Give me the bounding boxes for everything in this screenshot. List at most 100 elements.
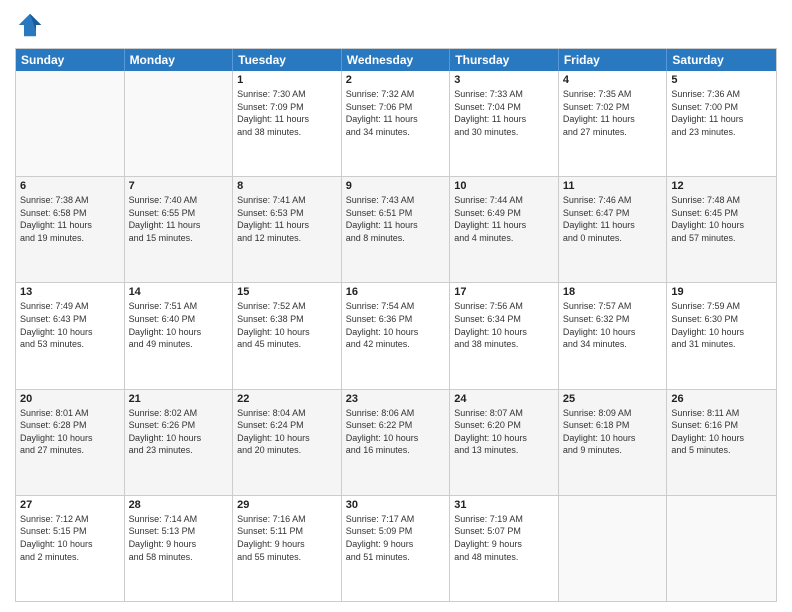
day-info: Sunrise: 7:30 AM Sunset: 7:09 PM Dayligh…: [237, 88, 337, 138]
day-number: 29: [237, 499, 337, 511]
day-info: Sunrise: 7:51 AM Sunset: 6:40 PM Dayligh…: [129, 300, 229, 350]
calendar-row: 27 Sunrise: 7:12 AM Sunset: 5:15 PM Dayli…: [16, 495, 776, 601]
day-info: Sunrise: 7:12 AM Sunset: 5:15 PM Dayligh…: [20, 513, 120, 563]
calendar-cell: 5 Sunrise: 7:36 AM Sunset: 7:00 PM Daylig…: [667, 71, 776, 176]
calendar-cell: 14 Sunrise: 7:51 AM Sunset: 6:40 PM Dayli…: [125, 283, 234, 388]
calendar-cell: 31 Sunrise: 7:19 AM Sunset: 5:07 PM Dayli…: [450, 496, 559, 601]
calendar-cell: 12 Sunrise: 7:48 AM Sunset: 6:45 PM Dayli…: [667, 177, 776, 282]
day-info: Sunrise: 7:35 AM Sunset: 7:02 PM Dayligh…: [563, 88, 663, 138]
calendar-cell: 27 Sunrise: 7:12 AM Sunset: 5:15 PM Dayli…: [16, 496, 125, 601]
calendar-header-cell: Saturday: [667, 49, 776, 71]
day-info: Sunrise: 7:54 AM Sunset: 6:36 PM Dayligh…: [346, 300, 446, 350]
day-number: 26: [671, 393, 772, 405]
calendar-header-row: SundayMondayTuesdayWednesdayThursdayFrid…: [16, 49, 776, 71]
day-number: 27: [20, 499, 120, 511]
calendar-cell: [125, 71, 234, 176]
day-number: 6: [20, 180, 120, 192]
calendar-cell: 26 Sunrise: 8:11 AM Sunset: 6:16 PM Dayli…: [667, 390, 776, 495]
day-number: 1: [237, 74, 337, 86]
day-info: Sunrise: 7:44 AM Sunset: 6:49 PM Dayligh…: [454, 194, 554, 244]
day-info: Sunrise: 7:46 AM Sunset: 6:47 PM Dayligh…: [563, 194, 663, 244]
calendar-cell: 7 Sunrise: 7:40 AM Sunset: 6:55 PM Daylig…: [125, 177, 234, 282]
day-info: Sunrise: 8:06 AM Sunset: 6:22 PM Dayligh…: [346, 407, 446, 457]
day-number: 18: [563, 286, 663, 298]
calendar-row: 6 Sunrise: 7:38 AM Sunset: 6:58 PM Daylig…: [16, 176, 776, 282]
calendar-header-cell: Tuesday: [233, 49, 342, 71]
day-number: 17: [454, 286, 554, 298]
day-number: 13: [20, 286, 120, 298]
calendar-row: 1 Sunrise: 7:30 AM Sunset: 7:09 PM Daylig…: [16, 71, 776, 176]
day-info: Sunrise: 8:09 AM Sunset: 6:18 PM Dayligh…: [563, 407, 663, 457]
calendar-cell: 24Sunrise: 8:07 AM Sunset: 6:20 PM Dayli…: [450, 390, 559, 495]
day-info: Sunrise: 7:36 AM Sunset: 7:00 PM Dayligh…: [671, 88, 772, 138]
day-number: 22: [237, 393, 337, 405]
calendar-cell: 8Sunrise: 7:41 AM Sunset: 6:53 PM Daylig…: [233, 177, 342, 282]
calendar-cell: 23 Sunrise: 8:06 AM Sunset: 6:22 PM Dayli…: [342, 390, 451, 495]
day-number: 8: [237, 180, 337, 192]
day-number: 30: [346, 499, 446, 511]
calendar-header-cell: Sunday: [16, 49, 125, 71]
day-info: Sunrise: 8:02 AM Sunset: 6:26 PM Dayligh…: [129, 407, 229, 457]
calendar-cell: 18 Sunrise: 7:57 AM Sunset: 6:32 PM Dayli…: [559, 283, 668, 388]
calendar-cell: 1 Sunrise: 7:30 AM Sunset: 7:09 PM Daylig…: [233, 71, 342, 176]
day-info: Sunrise: 8:01 AM Sunset: 6:28 PM Dayligh…: [20, 407, 120, 457]
day-info: Sunrise: 7:16 AM Sunset: 5:11 PM Dayligh…: [237, 513, 337, 563]
calendar-cell: 3 Sunrise: 7:33 AM Sunset: 7:04 PM Daylig…: [450, 71, 559, 176]
calendar-cell: 10 Sunrise: 7:44 AM Sunset: 6:49 PM Dayli…: [450, 177, 559, 282]
calendar-cell: 20Sunrise: 8:01 AM Sunset: 6:28 PM Dayli…: [16, 390, 125, 495]
calendar-row: 20Sunrise: 8:01 AM Sunset: 6:28 PM Dayli…: [16, 389, 776, 495]
day-number: 23: [346, 393, 446, 405]
calendar-cell: [559, 496, 668, 601]
day-number: 25: [563, 393, 663, 405]
day-number: 14: [129, 286, 229, 298]
calendar-cell: 25 Sunrise: 8:09 AM Sunset: 6:18 PM Dayli…: [559, 390, 668, 495]
day-number: 15: [237, 286, 337, 298]
calendar-cell: 17 Sunrise: 7:56 AM Sunset: 6:34 PM Dayli…: [450, 283, 559, 388]
calendar-cell: 6 Sunrise: 7:38 AM Sunset: 6:58 PM Daylig…: [16, 177, 125, 282]
calendar-cell: [667, 496, 776, 601]
day-info: Sunrise: 7:17 AM Sunset: 5:09 PM Dayligh…: [346, 513, 446, 563]
page: SundayMondayTuesdayWednesdayThursdayFrid…: [0, 0, 792, 612]
day-info: Sunrise: 8:11 AM Sunset: 6:16 PM Dayligh…: [671, 407, 772, 457]
day-info: Sunrise: 7:57 AM Sunset: 6:32 PM Dayligh…: [563, 300, 663, 350]
calendar-body: 1 Sunrise: 7:30 AM Sunset: 7:09 PM Daylig…: [16, 71, 776, 601]
calendar-cell: 29 Sunrise: 7:16 AM Sunset: 5:11 PM Dayli…: [233, 496, 342, 601]
day-info: Sunrise: 8:04 AM Sunset: 6:24 PM Dayligh…: [237, 407, 337, 457]
day-number: 3: [454, 74, 554, 86]
calendar-cell: 2Sunrise: 7:32 AM Sunset: 7:06 PM Daylig…: [342, 71, 451, 176]
day-info: Sunrise: 7:38 AM Sunset: 6:58 PM Dayligh…: [20, 194, 120, 244]
calendar-header-cell: Monday: [125, 49, 234, 71]
calendar-header-cell: Thursday: [450, 49, 559, 71]
day-info: Sunrise: 7:33 AM Sunset: 7:04 PM Dayligh…: [454, 88, 554, 138]
day-info: Sunrise: 7:48 AM Sunset: 6:45 PM Dayligh…: [671, 194, 772, 244]
calendar-cell: 19Sunrise: 7:59 AM Sunset: 6:30 PM Dayli…: [667, 283, 776, 388]
calendar-cell: 15 Sunrise: 7:52 AM Sunset: 6:38 PM Dayli…: [233, 283, 342, 388]
day-number: 31: [454, 499, 554, 511]
calendar-cell: 21 Sunrise: 8:02 AM Sunset: 6:26 PM Dayli…: [125, 390, 234, 495]
day-number: 5: [671, 74, 772, 86]
day-number: 10: [454, 180, 554, 192]
calendar: SundayMondayTuesdayWednesdayThursdayFrid…: [15, 48, 777, 602]
day-number: 12: [671, 180, 772, 192]
day-info: Sunrise: 7:59 AM Sunset: 6:30 PM Dayligh…: [671, 300, 772, 350]
day-info: Sunrise: 7:40 AM Sunset: 6:55 PM Dayligh…: [129, 194, 229, 244]
day-info: Sunrise: 7:56 AM Sunset: 6:34 PM Dayligh…: [454, 300, 554, 350]
calendar-header-cell: Friday: [559, 49, 668, 71]
day-number: 24: [454, 393, 554, 405]
day-info: Sunrise: 7:19 AM Sunset: 5:07 PM Dayligh…: [454, 513, 554, 563]
day-info: Sunrise: 7:49 AM Sunset: 6:43 PM Dayligh…: [20, 300, 120, 350]
day-number: 7: [129, 180, 229, 192]
day-number: 28: [129, 499, 229, 511]
calendar-cell: 4Sunrise: 7:35 AM Sunset: 7:02 PM Daylig…: [559, 71, 668, 176]
header: [15, 10, 777, 40]
calendar-row: 13 Sunrise: 7:49 AM Sunset: 6:43 PM Dayli…: [16, 282, 776, 388]
day-number: 16: [346, 286, 446, 298]
day-info: Sunrise: 7:43 AM Sunset: 6:51 PM Dayligh…: [346, 194, 446, 244]
day-number: 21: [129, 393, 229, 405]
day-info: Sunrise: 7:52 AM Sunset: 6:38 PM Dayligh…: [237, 300, 337, 350]
day-number: 2: [346, 74, 446, 86]
day-number: 9: [346, 180, 446, 192]
calendar-cell: [16, 71, 125, 176]
calendar-cell: 9 Sunrise: 7:43 AM Sunset: 6:51 PM Daylig…: [342, 177, 451, 282]
logo: [15, 10, 47, 40]
